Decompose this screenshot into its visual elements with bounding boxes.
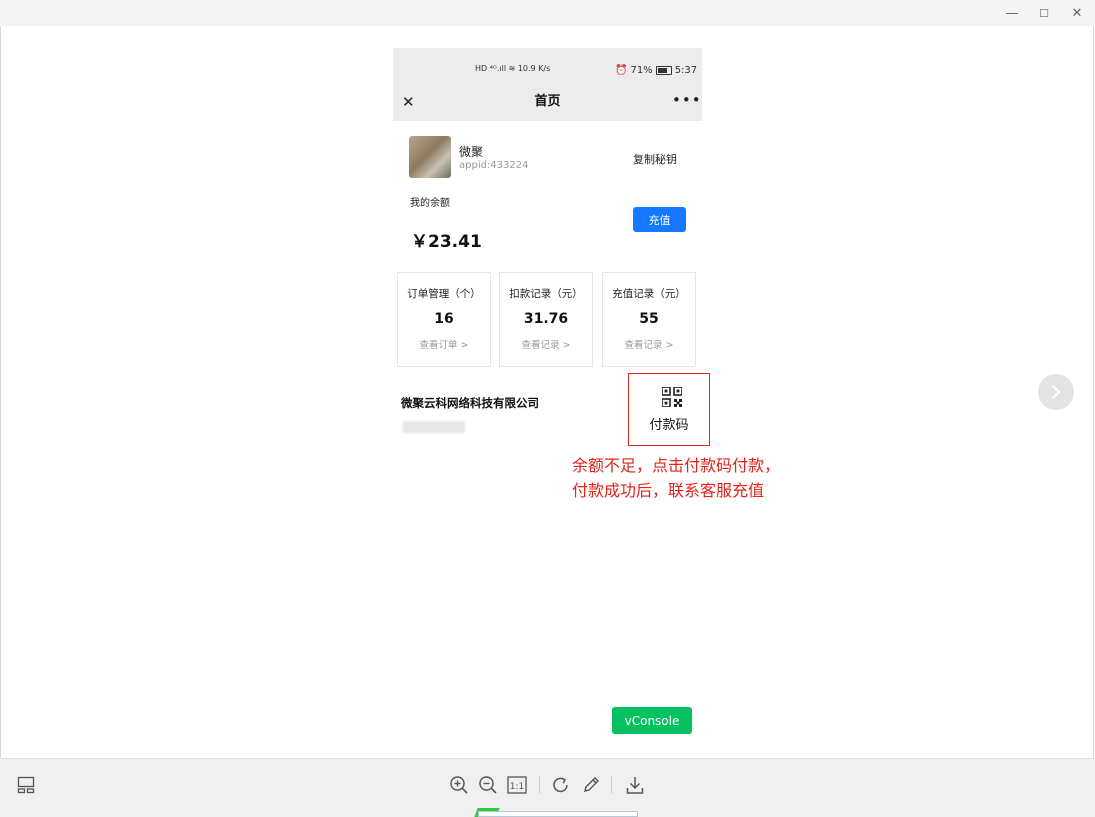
window-left-border bbox=[0, 26, 1, 758]
page-title: 首页 bbox=[534, 94, 561, 109]
annotation-text: 余额不足，点击付款码付款， 付款成功后，联系客服充值 bbox=[572, 453, 780, 503]
actual-size-icon[interactable]: 1:1 bbox=[506, 774, 528, 796]
alarm-icon: ⏰ bbox=[615, 65, 628, 76]
download-icon[interactable] bbox=[624, 774, 646, 796]
maximize-button[interactable]: ☐ bbox=[1034, 4, 1054, 22]
card-recharges[interactable]: 充值记录（元） 55 查看记录 > bbox=[602, 272, 696, 367]
more-options-icon[interactable]: ••• bbox=[672, 91, 702, 109]
card-title: 订单管理（个） bbox=[407, 288, 481, 300]
vconsole-button[interactable]: vConsole bbox=[612, 707, 692, 734]
minimize-button[interactable]: — bbox=[1002, 4, 1022, 22]
payment-code-button[interactable]: 付款码 bbox=[628, 373, 710, 446]
toolbar-divider bbox=[539, 776, 540, 794]
window-titlebar: — ☐ ✕ bbox=[0, 0, 1095, 26]
toolbar-divider bbox=[611, 776, 612, 794]
thumbnail-panel-icon[interactable] bbox=[15, 774, 37, 796]
card-title: 扣款记录（元） bbox=[509, 288, 583, 300]
taskbar-peek-window bbox=[478, 811, 638, 817]
recharge-button[interactable]: 充值 bbox=[633, 207, 686, 232]
annotation-line-1: 余额不足，点击付款码付款， bbox=[572, 456, 781, 475]
window-right-border bbox=[1093, 26, 1094, 758]
network-status-text: HD ⁴ᴳ.ıll ≋ 10.9 K/s bbox=[475, 64, 551, 73]
status-right-group: ⏰ 71% 5:37 bbox=[615, 65, 697, 76]
nav-bar: ✕ 首页 ••• bbox=[393, 91, 702, 121]
status-time: 5:37 bbox=[674, 65, 698, 76]
card-link[interactable]: 查看记录 > bbox=[500, 337, 592, 351]
balance-label: 我的余额 bbox=[410, 198, 450, 209]
card-link[interactable]: 查看记录 > bbox=[603, 337, 695, 351]
card-orders[interactable]: 订单管理（个） 16 查看订单 > bbox=[397, 272, 491, 367]
annotation-line-2: 付款成功后，联系客服充值 bbox=[572, 481, 765, 500]
next-image-button[interactable] bbox=[1038, 374, 1074, 410]
card-link[interactable]: 查看订单 > bbox=[398, 337, 490, 351]
close-window-button[interactable]: ✕ bbox=[1067, 4, 1087, 22]
zoom-in-icon[interactable] bbox=[448, 774, 470, 796]
status-network-indicators: HD ⁴ᴳ.ıll ≋ 10.9 K/s bbox=[475, 64, 550, 73]
copy-key-button[interactable]: 复制秘钥 bbox=[633, 151, 677, 167]
status-bar: HD ⁴ᴳ.ıll ≋ 10.9 K/s ⏰ 71% 5:37 bbox=[393, 48, 702, 93]
payment-code-label: 付款码 bbox=[649, 418, 689, 433]
blurred-text bbox=[403, 421, 465, 433]
company-name: 微聚云科网络科技有限公司 bbox=[401, 396, 539, 410]
card-title: 充值记录（元） bbox=[612, 288, 686, 300]
balance-amount: ￥23.41 bbox=[411, 232, 482, 252]
chevron-right-icon bbox=[1052, 385, 1061, 399]
battery-percent: 71% bbox=[630, 65, 653, 76]
card-value: 16 bbox=[434, 311, 454, 327]
user-appid: appid:433224 bbox=[459, 160, 529, 171]
svg-text:1:1: 1:1 bbox=[510, 782, 524, 792]
zoom-out-icon[interactable] bbox=[477, 774, 499, 796]
qr-code-icon bbox=[662, 387, 682, 407]
battery-icon bbox=[655, 66, 672, 75]
edit-pencil-icon[interactable] bbox=[580, 774, 602, 796]
viewer-toolbar: 1:1 bbox=[0, 758, 1095, 817]
user-name: 微聚 bbox=[459, 145, 484, 159]
card-value: 31.76 bbox=[523, 311, 569, 327]
avatar bbox=[409, 136, 451, 178]
rotate-icon[interactable] bbox=[550, 774, 572, 796]
card-deductions[interactable]: 扣款记录（元） 31.76 查看记录 > bbox=[499, 272, 593, 367]
card-value: 55 bbox=[639, 311, 659, 327]
